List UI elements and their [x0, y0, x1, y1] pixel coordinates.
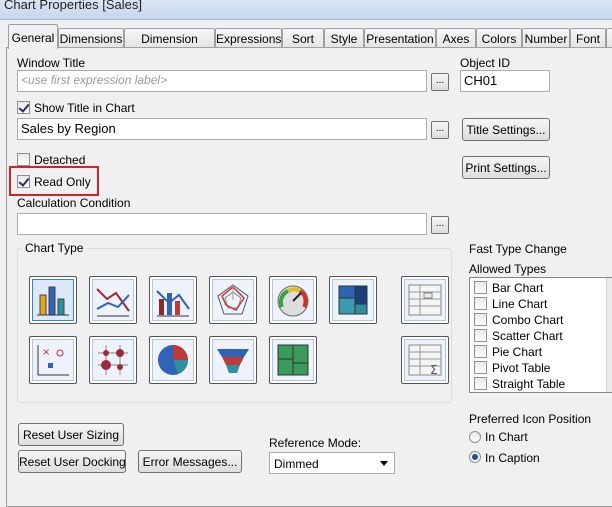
detached-label: Detached	[34, 153, 86, 167]
list-item[interactable]: Pivot Table	[474, 360, 604, 376]
pivot-table-icon[interactable]	[401, 276, 449, 324]
in-chart-label: In Chart	[485, 430, 528, 444]
reset-user-docking-button[interactable]: Reset User Docking	[18, 450, 126, 473]
tab-presentation[interactable]: Presentation	[364, 28, 436, 48]
tab-axes[interactable]: Axes	[436, 28, 476, 48]
radar-chart-icon[interactable]	[209, 276, 257, 324]
list-item[interactable]: Combo Chart	[474, 312, 604, 328]
list-item[interactable]: Scatter Chart	[474, 328, 604, 344]
in-caption-radio[interactable]	[469, 451, 481, 463]
pie-chart-icon[interactable]	[149, 336, 197, 384]
object-id-input[interactable]: CH01	[460, 70, 550, 92]
block-chart-icon[interactable]	[329, 276, 377, 324]
tab-colors[interactable]: Colors	[476, 28, 522, 48]
in-chart-radio[interactable]	[469, 431, 481, 443]
title-settings-button[interactable]: Title Settings...	[462, 118, 550, 141]
calc-condition-input[interactable]	[17, 213, 427, 235]
print-settings-button[interactable]: Print Settings...	[462, 156, 550, 179]
tab-font[interactable]: Font	[570, 28, 606, 48]
chart-type-label: Chart Type	[22, 241, 87, 255]
window-title: Chart Properties [Sales]	[4, 0, 143, 12]
list-item[interactable]: Line Chart	[474, 296, 604, 312]
combo-chart-icon[interactable]	[149, 276, 197, 324]
reset-user-sizing-button[interactable]: Reset User Sizing	[18, 423, 124, 446]
tab-sort[interactable]: Sort	[282, 28, 324, 48]
show-title-label: Show Title in Chart	[34, 101, 135, 115]
line-chart-icon[interactable]	[89, 276, 137, 324]
reference-mode-label: Reference Mode:	[269, 436, 362, 450]
tab-dimensions[interactable]: Dimensions	[58, 28, 124, 48]
tab-dimension-limits[interactable]: Dimension Limits	[124, 28, 215, 60]
list-item[interactable]: Straight Table	[474, 376, 604, 392]
allowed-types-list: Bar Chart Line Chart Combo Chart Scatter…	[469, 277, 612, 393]
allowed-types-label: Allowed Types	[469, 262, 547, 276]
window-title-input[interactable]: <use first expression label>	[17, 70, 427, 92]
show-title-checkbox[interactable]	[17, 101, 30, 114]
calc-condition-label: Calculation Condition	[17, 196, 131, 210]
list-item[interactable]: Pie Chart	[474, 344, 604, 360]
tab-style[interactable]: Style	[324, 28, 364, 48]
svg-text:Σ: Σ	[430, 363, 438, 377]
reference-mode-value: Dimmed	[274, 457, 319, 471]
window-title-bar: Chart Properties [Sales]	[0, 0, 612, 20]
window-title-label: Window Title	[17, 56, 86, 70]
fast-type-change-label: Fast Type Change	[469, 242, 567, 256]
detached-checkbox[interactable]	[17, 153, 30, 166]
grid-chart-icon[interactable]	[89, 336, 137, 384]
tab-number[interactable]: Number	[522, 28, 570, 48]
chevron-down-icon	[380, 461, 388, 466]
list-item[interactable]: Bar Chart	[474, 280, 604, 296]
tab-general[interactable]: General	[8, 24, 58, 49]
allowed-types-scrollbar[interactable]	[606, 278, 612, 392]
tab-strip: General Dimensions Dimension Limits Expr…	[0, 24, 612, 60]
tab-expressions[interactable]: Expressions	[215, 28, 282, 48]
calc-condition-expr-button[interactable]: ...	[431, 216, 449, 234]
chart-title-input[interactable]: Sales by Region	[17, 118, 427, 140]
scatter-chart-icon[interactable]: ×	[29, 336, 77, 384]
straight-table-icon[interactable]: Σ	[401, 336, 449, 384]
svg-text:×: ×	[42, 347, 50, 358]
window-title-expr-button[interactable]: ...	[431, 73, 449, 91]
tab-overflow[interactable]	[606, 28, 612, 48]
read-only-label: Read Only	[34, 175, 91, 189]
chart-title-expr-button[interactable]: ...	[431, 121, 449, 139]
in-caption-label: In Caption	[485, 451, 540, 465]
bar-chart-icon[interactable]	[29, 276, 77, 324]
mekko-chart-icon[interactable]	[269, 336, 317, 384]
reference-mode-select[interactable]: Dimmed	[269, 452, 395, 474]
read-only-checkbox[interactable]	[17, 175, 30, 188]
funnel-chart-icon[interactable]	[209, 336, 257, 384]
icon-position-label: Preferred Icon Position	[469, 412, 592, 426]
object-id-label: Object ID	[460, 56, 511, 70]
error-messages-button[interactable]: Error Messages...	[138, 450, 242, 473]
gauge-chart-icon[interactable]	[269, 276, 317, 324]
